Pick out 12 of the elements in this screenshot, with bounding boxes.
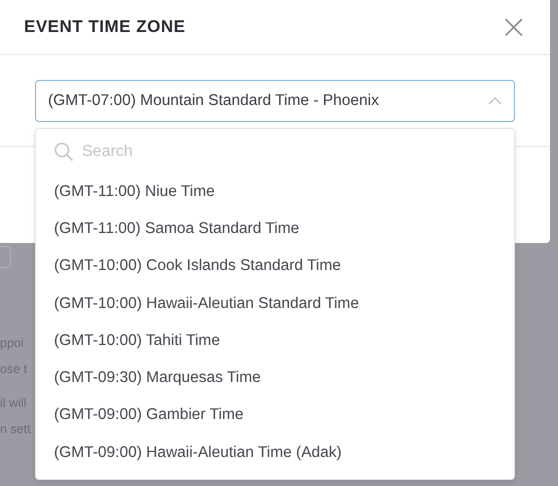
time-zone-option[interactable]: (GMT-09:00) Gambier Time xyxy=(36,396,514,434)
time-zone-option[interactable]: (GMT-10:00) Hawaii-Aleutian Standard Time xyxy=(36,284,514,322)
time-zone-option[interactable]: (GMT-11:00) Samoa Standard Time xyxy=(36,210,514,248)
caret-icon xyxy=(488,97,502,105)
time-zone-option[interactable]: (GMT-10:00) Tahiti Time xyxy=(36,322,514,360)
time-zone-option[interactable]: (GMT-10:00) Cook Islands Standard Time xyxy=(36,248,514,285)
time-zone-option[interactable]: (GMT-09:30) Marquesas Time xyxy=(36,359,514,397)
time-zone-option[interactable]: (GMT-09:00) Hawaii-Aleutian Time (Adak) xyxy=(36,434,514,472)
search-icon xyxy=(54,142,74,162)
time-zone-select[interactable]: (GMT-07:00) Mountain Standard Time - Phoenix xyxy=(35,80,515,122)
time-zone-option[interactable]: (GMT-11:00) Niue Time xyxy=(36,173,514,210)
dialog-title: EVENT TIME ZONE xyxy=(24,17,186,37)
